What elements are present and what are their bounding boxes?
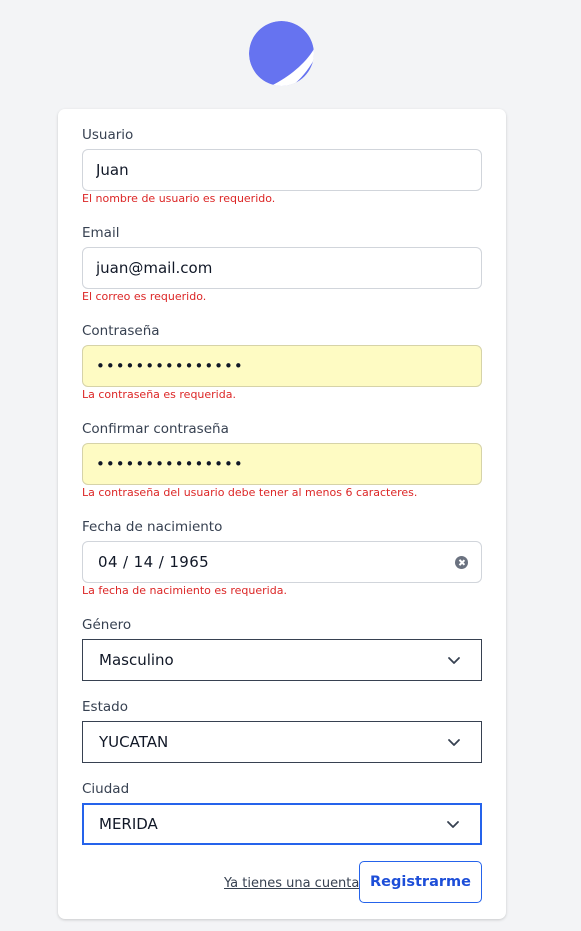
login-link[interactable]: Ya tienes una cuenta? — [224, 876, 366, 891]
birthdate-input[interactable]: 04 / 14 / 1965 — [82, 541, 482, 583]
state-label: Estado — [82, 699, 128, 715]
usuario-label: Usuario — [82, 127, 134, 143]
email-label: Email — [82, 225, 120, 241]
chevron-down-icon — [448, 657, 460, 664]
password-input[interactable]: ••••••••••••••• — [82, 345, 482, 387]
gender-value: Masculino — [99, 651, 174, 669]
birthdate-error: La fecha de nacimiento es requerida. — [82, 584, 287, 597]
city-value: MERIDA — [99, 815, 158, 833]
email-value: juan@mail.com — [96, 259, 213, 277]
chevron-down-icon — [448, 739, 460, 746]
state-value: YUCATAN — [99, 733, 169, 751]
usuario-value: Juan — [96, 161, 129, 179]
email-input[interactable]: juan@mail.com — [82, 247, 482, 289]
confirm-password-input[interactable]: ••••••••••••••• — [82, 443, 482, 485]
password-error: La contraseña es requerida. — [82, 388, 236, 401]
email-error: El correo es requerido. — [82, 290, 207, 303]
birthdate-value: 04 / 14 / 1965 — [98, 553, 210, 571]
password-label: Contraseña — [82, 323, 160, 339]
city-select[interactable]: MERIDA — [82, 803, 482, 845]
state-select[interactable]: YUCATAN — [82, 721, 482, 763]
confirm-password-error: La contraseña del usuario debe tener al … — [82, 486, 418, 499]
confirm-password-label: Confirmar contraseña — [82, 421, 229, 437]
password-value: ••••••••••••••• — [96, 357, 244, 375]
gender-label: Género — [82, 617, 132, 633]
gender-select[interactable]: Masculino — [82, 639, 482, 681]
clear-icon[interactable] — [455, 555, 468, 569]
city-label: Ciudad — [82, 781, 130, 797]
confirm-password-value: ••••••••••••••• — [96, 455, 244, 473]
chevron-down-icon — [447, 821, 459, 828]
crescent-logo-icon — [249, 21, 314, 86]
usuario-input[interactable]: Juan — [82, 149, 482, 191]
registration-card: Usuario Juan El nombre de usuario es req… — [58, 109, 506, 919]
register-button[interactable]: Registrarme — [359, 861, 482, 903]
birthdate-label: Fecha de nacimiento — [82, 519, 223, 535]
usuario-error: El nombre de usuario es requerido. — [82, 192, 276, 205]
